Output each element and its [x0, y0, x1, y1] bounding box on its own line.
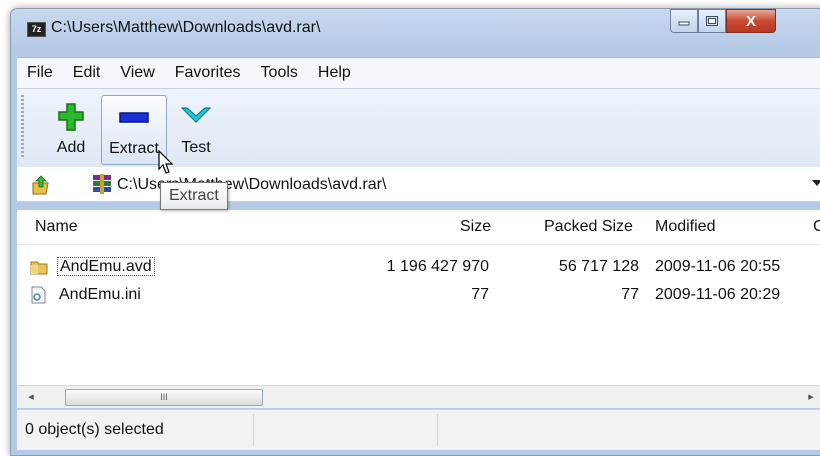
check-icon	[181, 107, 211, 123]
add-button[interactable]: Add	[45, 95, 97, 163]
window-title: C:\Users\Matthew\Downloads\avd.rar\	[51, 19, 321, 36]
scroll-thumb[interactable]: III	[65, 389, 263, 406]
column-header-row: Name Size Packed Size Modified C	[17, 210, 820, 245]
toolbar: Add Extract Test	[17, 88, 820, 168]
title-bar[interactable]: 7z C:\Users\Matthew\Downloads\avd.rar\ X	[11, 9, 820, 45]
maximize-button[interactable]	[698, 9, 726, 33]
column-size[interactable]: Size	[460, 218, 491, 236]
plus-icon	[58, 103, 84, 131]
add-label: Add	[56, 139, 86, 156]
column-modified[interactable]: Modified	[655, 218, 715, 236]
extract-tooltip: Extract	[160, 182, 228, 210]
status-divider	[437, 414, 438, 446]
mouse-cursor-icon	[158, 150, 174, 174]
file-row[interactable]: AndEmu.ini 77 77 2009-11-06 20:29	[17, 283, 820, 309]
status-selection: 0 object(s) selected	[25, 421, 164, 438]
file-size: 77	[471, 286, 489, 303]
toolbar-grip[interactable]	[21, 95, 24, 159]
close-button[interactable]: X	[726, 9, 776, 33]
file-name: AndEmu.avd	[57, 257, 155, 276]
app-window: 7z C:\Users\Matthew\Downloads\avd.rar\ X…	[10, 8, 820, 456]
status-divider	[253, 414, 254, 446]
file-size: 1 196 427 970	[386, 258, 489, 275]
rar-archive-icon	[93, 174, 111, 194]
file-modified: 2009-11-06 20:29	[655, 286, 781, 303]
up-folder-icon[interactable]	[31, 175, 51, 195]
scroll-right-icon[interactable]: ▸	[801, 386, 820, 408]
menu-edit[interactable]: Edit	[63, 64, 111, 82]
column-extra[interactable]: C	[813, 218, 820, 236]
minus-icon	[119, 112, 149, 123]
file-packed-size: 56 717 128	[558, 258, 639, 275]
test-label: Test	[181, 139, 211, 156]
status-bar: 0 object(s) selected	[17, 409, 820, 450]
file-name-text: AndEmu.avd	[57, 257, 155, 276]
file-modified: 2009-11-06 20:55	[655, 258, 781, 275]
address-bar[interactable]: C:\Users\Matthew\Downloads\avd.rar\	[17, 167, 820, 202]
maximize-icon	[706, 16, 718, 26]
7zip-app-icon: 7z	[27, 22, 46, 37]
menu-favorites[interactable]: Favorites	[165, 64, 251, 82]
column-name[interactable]: Name	[35, 218, 78, 236]
menu-bar: File Edit View Favorites Tools Help	[17, 57, 820, 88]
extract-label: Extract	[109, 140, 159, 157]
column-packed-size[interactable]: Packed Size	[544, 218, 633, 236]
address-path[interactable]: C:\Users\Matthew\Downloads\avd.rar\	[117, 176, 386, 194]
close-icon: X	[745, 12, 756, 30]
test-button[interactable]: Test	[171, 95, 221, 163]
file-row[interactable]: AndEmu.avd 1 196 427 970 56 717 128 2009…	[17, 255, 820, 281]
menu-tools[interactable]: Tools	[251, 64, 308, 82]
menu-file[interactable]: File	[17, 64, 63, 82]
scroll-left-icon[interactable]: ◂	[21, 386, 41, 408]
ini-file-icon	[31, 286, 46, 304]
caption-buttons: X	[670, 9, 776, 33]
file-list[interactable]: AndEmu.avd 1 196 427 970 56 717 128 2009…	[17, 245, 820, 385]
folder-icon	[30, 261, 48, 275]
minimize-button[interactable]	[670, 9, 698, 33]
file-packed-size: 77	[621, 286, 639, 303]
menu-view[interactable]: View	[110, 64, 164, 82]
file-name: AndEmu.ini	[59, 286, 141, 303]
minimize-icon	[678, 21, 690, 26]
menu-help[interactable]: Help	[308, 64, 361, 82]
chevron-down-icon[interactable]	[812, 180, 820, 186]
horizontal-scrollbar[interactable]: ◂ III ▸	[17, 385, 820, 408]
